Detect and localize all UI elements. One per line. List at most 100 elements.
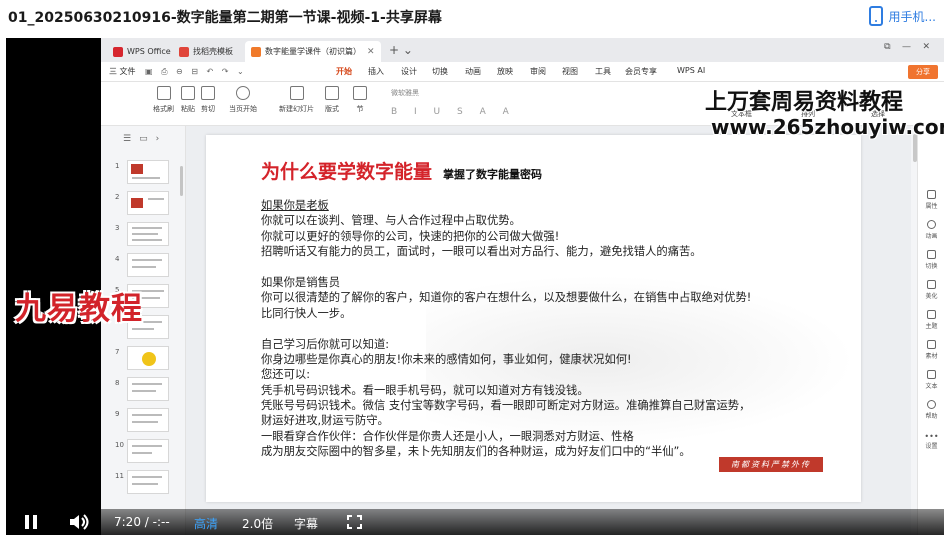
video-title: 01_20250630210916-数字能量第二期第一节课-视频-1-共享屏幕 (8, 10, 442, 26)
slide-line: 凭手机号码识钱术。看一眼手机号码，就可以知道对方有钱没钱。 (261, 383, 589, 397)
tab-wps-office[interactable]: WPS Office (107, 41, 177, 62)
menubar: 三 文件 ▣ ⎙ ⊖ ⊟ ↶ ↷ ⌄ 开始 插入 设计 切换 动画 放映 审阅 … (101, 62, 944, 82)
open-on-phone-button[interactable]: 用手机... (868, 6, 936, 26)
play-from-current-button[interactable]: 当页开始 (229, 86, 257, 114)
slide-body: 如果你是老板 你就可以在谈判、管理、与人合作过程中占取优势。 你就可以更好的领导… (261, 198, 751, 460)
question-icon (927, 400, 936, 409)
slide-line: 招聘听话又有能力的员工，面试时，一眼可以看出对方品行、能力，避免找错人的痛苦。 (261, 245, 702, 259)
quick-access-toolbar[interactable]: ▣ ⎙ ⊖ ⊟ ↶ ↷ ⌄ (145, 67, 247, 77)
slide-thumbnail-1[interactable] (127, 160, 169, 184)
file-menu[interactable]: 三 文件 (109, 66, 136, 77)
theme-button[interactable]: 主题 (918, 310, 944, 330)
settings-button[interactable]: ••• 设置 (918, 432, 944, 450)
thumb-number: 8 (115, 379, 120, 387)
slide-canvas: 为什么要学数字能量 掌握了数字能量密码 如果你是老板 你就可以在谈判、管理、与人… (186, 126, 911, 535)
font-family-select[interactable]: 微软雅黑 (391, 88, 419, 98)
paste-button[interactable]: 粘贴 (181, 86, 195, 114)
wps-logo-icon (113, 46, 123, 57)
volume-icon[interactable] (69, 514, 91, 530)
section-button[interactable]: 节 (353, 86, 367, 114)
phone-icon (868, 6, 883, 26)
fullscreen-button[interactable] (347, 515, 362, 529)
assets-button[interactable]: 素材 (918, 340, 944, 360)
slide-thumbnail-11[interactable] (127, 470, 169, 494)
window-controls[interactable]: ⧉ — ✕ (884, 42, 930, 52)
layout-button[interactable]: 版式 (325, 86, 339, 114)
beautify-button[interactable]: 美化 (918, 280, 944, 300)
sliders-icon (927, 190, 936, 199)
menu-tab-tools[interactable]: 工具 (595, 66, 611, 77)
new-tab-button[interactable]: + ⌄ (389, 43, 413, 57)
transition-button[interactable]: 切换 (918, 250, 944, 270)
pause-button[interactable] (24, 515, 38, 529)
menu-tab-home[interactable]: 开始 (336, 66, 352, 77)
tab-presentation[interactable]: 数字能量学课件（初识篇） ✕ (245, 41, 381, 62)
video-player[interactable]: WPS Office 找稻壳模板 数字能量学课件（初识篇） ✕ + ⌄ ⧉ — … (6, 38, 944, 535)
menu-tab-transition[interactable]: 切换 (432, 66, 448, 77)
thumb-number: 11 (115, 472, 124, 480)
new-slide-button[interactable]: 新建幻灯片 (279, 86, 314, 114)
palette-icon (927, 310, 936, 319)
text-button[interactable]: 文本 (918, 370, 944, 390)
tab-template[interactable]: 找稻壳模板 (173, 41, 239, 62)
speed-button[interactable]: 2.0倍 (242, 515, 273, 532)
cut-button[interactable]: 剪切 (201, 86, 215, 114)
menu-tab-view[interactable]: 视图 (562, 66, 578, 77)
thumb-number: 3 (115, 224, 120, 232)
magic-icon (927, 280, 936, 289)
current-slide[interactable]: 为什么要学数字能量 掌握了数字能量密码 如果你是老板 你就可以在谈判、管理、与人… (206, 135, 861, 502)
play-icon (236, 86, 250, 100)
slide-line (261, 260, 751, 275)
wps-tabbar: WPS Office 找稻壳模板 数字能量学课件（初识篇） ✕ + ⌄ ⧉ — … (101, 38, 944, 62)
animation-button[interactable]: 动画 (918, 220, 944, 240)
menu-tab-insert[interactable]: 插入 (368, 66, 384, 77)
close-tab-icon[interactable]: ✕ (367, 47, 375, 57)
slide-thumbnail-9[interactable] (127, 408, 169, 432)
thumb-image (131, 164, 143, 174)
fullscreen-icon (347, 515, 352, 520)
menu-tab-review[interactable]: 审阅 (530, 66, 546, 77)
pause-icon (25, 515, 29, 529)
slide-thumbnail-4[interactable] (127, 253, 169, 277)
font-style-buttons[interactable]: B I U S A A (391, 107, 516, 117)
tab-label: 找稻壳模板 (193, 47, 233, 56)
menu-tab-slideshow[interactable]: 放映 (497, 66, 513, 77)
thumbnail-scrollbar[interactable] (180, 166, 183, 196)
quality-button[interactable]: 高清 (194, 515, 218, 532)
properties-button[interactable]: 属性 (918, 190, 944, 210)
format-painter-button[interactable]: 格式刷 (153, 86, 174, 114)
tab-label: 数字能量学课件（初识篇） (265, 47, 361, 56)
menu-tab-member[interactable]: 会员专享 (625, 66, 657, 77)
slide-line: 你就可以在谈判、管理、与人合作过程中占取优势。 (261, 214, 521, 228)
right-task-panel: 属性 动画 切换 美化 主题 素材 文本 帮助 ••• 设置 (917, 126, 944, 535)
slide-line: 凭账号号码识钱术。微信 支付宝等数字号码，看一眼即可断定对方财运。准确推算自己财… (261, 399, 751, 413)
slide-line: 您还可以: (261, 368, 310, 382)
brush-icon (156, 86, 171, 100)
section-icon (353, 86, 367, 100)
subtitles-button[interactable]: 字幕 (294, 515, 318, 532)
slide-thumbnail-8[interactable] (127, 377, 169, 401)
screen: 01_20250630210916-数字能量第二期第一节课-视频-1-共享屏幕 … (0, 0, 944, 535)
help-button[interactable]: 帮助 (918, 400, 944, 420)
menu-tab-design[interactable]: 设计 (401, 66, 417, 77)
player-controls: 7:20 / -:-- 高清 2.0倍 字幕 (6, 509, 944, 535)
menu-tab-wps-ai[interactable]: WPS AI (677, 66, 705, 75)
slide-thumbnail-2[interactable] (127, 191, 169, 215)
star-icon (927, 220, 936, 229)
slide-thumbnail-10[interactable] (127, 439, 169, 463)
menu-tab-animation[interactable]: 动画 (465, 66, 481, 77)
text-icon (927, 370, 936, 379)
thumb-number: 7 (115, 348, 120, 356)
slide-thumbnail-7[interactable] (127, 346, 169, 370)
slide-line (261, 321, 751, 336)
slide-thumbnail-panel: ☰▭› 1 2 3 4 5 6 7 8 9 10 11 (101, 126, 186, 535)
layout-icon (325, 86, 339, 100)
slide-thumbnail-3[interactable] (127, 222, 169, 246)
slide-line: 如果你是销售员 (261, 275, 341, 289)
slide-stamp: 南都资料严禁外传 (719, 457, 823, 472)
slide-line: 财运好进攻,财运亏防守。 (261, 414, 389, 428)
tab-label: WPS Office (127, 47, 171, 56)
share-button[interactable]: 分享 (908, 65, 938, 79)
window-titlebar: 01_20250630210916-数字能量第二期第一节课-视频-1-共享屏幕 … (0, 0, 944, 36)
thumbnail-view-toggle[interactable]: ☰▭› (123, 134, 167, 144)
